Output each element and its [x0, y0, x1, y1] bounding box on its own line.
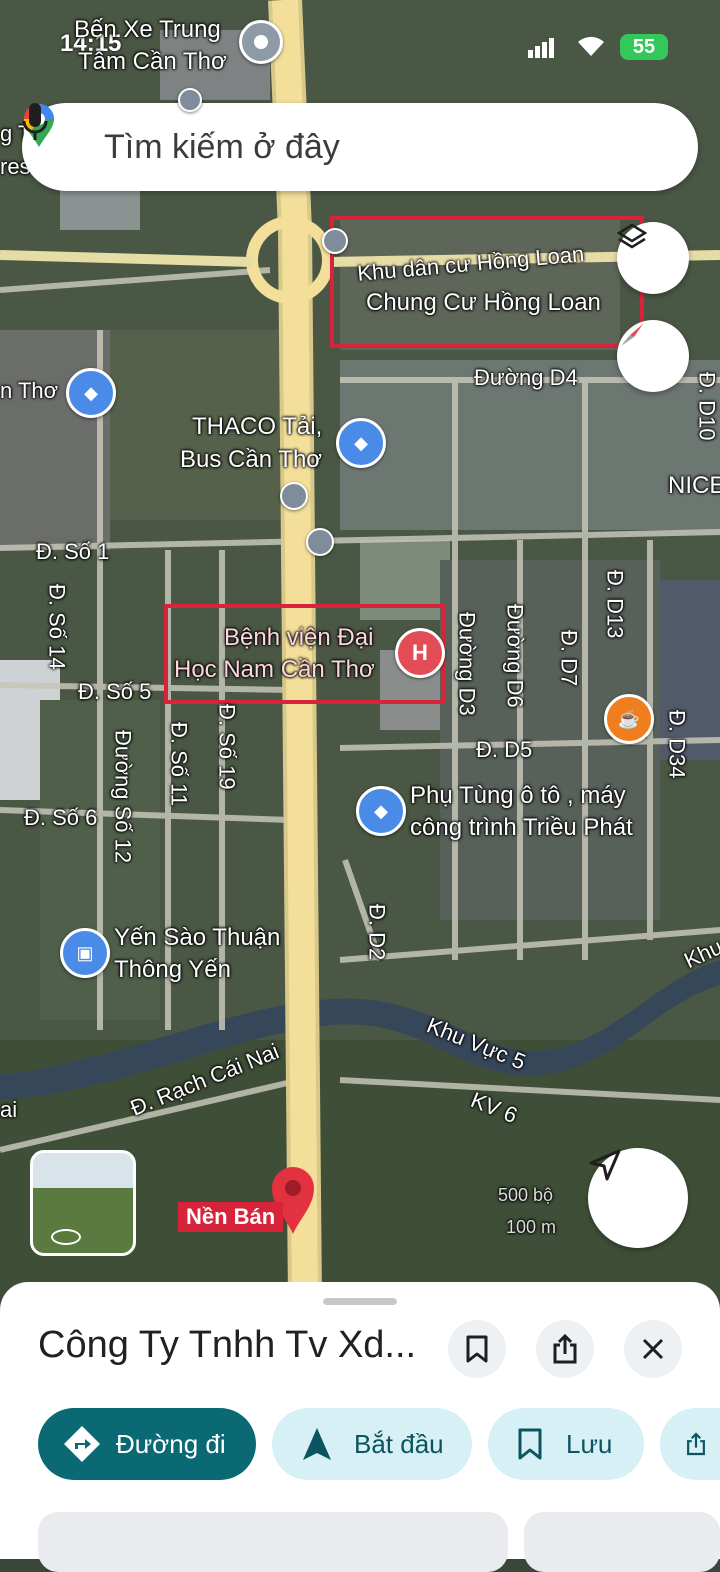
- label-duong-so-12[interactable]: Đường Số 12: [108, 730, 137, 863]
- start-button[interactable]: Bắt đầu: [272, 1408, 472, 1480]
- label-d-d34[interactable]: Đ. D34: [662, 710, 691, 778]
- label-left-ai: ai: [0, 1097, 18, 1122]
- directions-button[interactable]: Đường đi: [38, 1408, 256, 1480]
- label-hospital-2[interactable]: Học Nam Cần Thơ: [174, 654, 375, 685]
- bookmark-button[interactable]: [448, 1320, 506, 1378]
- directions-icon: [64, 1426, 100, 1462]
- label-duong-d4[interactable]: Đường D4: [474, 364, 578, 393]
- label-ben-xe-1[interactable]: Bến Xe Trung: [74, 14, 221, 45]
- shopping-cart-pin-icon[interactable]: ▣: [60, 928, 110, 978]
- label-yen-sao-2[interactable]: Thông Yến: [114, 954, 231, 985]
- scale-feet: 500 bộ: [498, 1185, 554, 1205]
- label-duong-d6[interactable]: Đường D6: [500, 604, 529, 708]
- place-title: Công Ty Tnhh Tv Xd...: [38, 1324, 417, 1366]
- label-nice[interactable]: NICE: [668, 470, 720, 501]
- navigation-arrow-icon: [303, 1428, 331, 1460]
- save-button[interactable]: Lưu: [488, 1408, 644, 1480]
- share-chip-button[interactable]: [660, 1408, 720, 1480]
- hospital-pin-icon[interactable]: H: [395, 628, 445, 678]
- label-d-so-6[interactable]: Đ. Số 6: [24, 804, 97, 833]
- label-d-so-1[interactable]: Đ. Số 1: [36, 538, 109, 567]
- share-button[interactable]: [536, 1320, 594, 1378]
- label-thaco-1[interactable]: THACO Tải,: [192, 411, 322, 442]
- bus-stop-icon[interactable]: [322, 228, 348, 254]
- save-label: Lưu: [566, 1428, 613, 1459]
- bus-stop-icon[interactable]: [280, 482, 308, 510]
- shopping-bag-pin-icon[interactable]: ◆: [66, 368, 116, 418]
- start-label: Bắt đầu: [354, 1428, 444, 1459]
- compass-button[interactable]: [617, 320, 689, 392]
- label-ben-xe-2[interactable]: Tâm Cần Thơ: [78, 46, 227, 77]
- label-d-d2[interactable]: Đ. D2: [362, 904, 391, 960]
- nen-ban-tag[interactable]: Nền Bán: [178, 1202, 284, 1232]
- info-card[interactable]: [524, 1512, 720, 1572]
- drag-handle[interactable]: [323, 1298, 397, 1305]
- label-can-tho-left[interactable]: n Thơ: [0, 377, 58, 406]
- layers-icon: [617, 223, 647, 249]
- navigation-arrow-icon: [589, 1149, 621, 1181]
- label-d-d10[interactable]: Đ. D10: [692, 372, 720, 440]
- label-d-so-14[interactable]: Đ. Số 14: [42, 584, 71, 670]
- share-icon: [687, 1432, 705, 1456]
- search-bar[interactable]: Tìm kiếm ở đây: [22, 103, 698, 191]
- battery-level: 55: [632, 35, 656, 58]
- label-duong-d3[interactable]: Đường D3: [452, 612, 481, 716]
- label-d-so-19[interactable]: Đ. Số 19: [212, 704, 241, 790]
- label-chung-cu-hong-loan[interactable]: Chung Cư Hồng Loan: [366, 287, 601, 318]
- place-bottom-sheet[interactable]: Công Ty Tnhh Tv Xd... Đường đi Bắt đầu L…: [0, 1282, 720, 1572]
- cafe-pin-icon[interactable]: ☕: [604, 694, 654, 744]
- street-view-thumbnail[interactable]: [30, 1150, 136, 1256]
- shopping-bag-pin-icon[interactable]: ◆: [356, 786, 406, 836]
- battery-indicator: 55: [620, 34, 668, 60]
- label-phu-tung-1[interactable]: Phụ Tùng ô tô , máy: [410, 780, 626, 811]
- label-yen-sao-1[interactable]: Yến Sào Thuận: [114, 922, 280, 953]
- map-view[interactable]: 14:15 55 Bến Xe Trung Tâm Cần Thơ g T re…: [0, 0, 720, 1300]
- rotate-360-icon: [51, 1229, 81, 1245]
- search-input[interactable]: Tìm kiếm ở đây: [104, 128, 666, 167]
- label-thaco-2[interactable]: Bus Cần Thơ: [180, 444, 322, 475]
- google-maps-logo-icon: [24, 104, 86, 169]
- my-location-button[interactable]: [588, 1148, 688, 1248]
- bookmark-icon: [518, 1428, 542, 1460]
- close-icon: [642, 1338, 664, 1360]
- compass-icon: [621, 324, 643, 346]
- info-card[interactable]: [38, 1512, 508, 1572]
- nen-ban-label: Nền Bán: [186, 1204, 276, 1229]
- directions-label: Đường đi: [116, 1428, 226, 1459]
- scale-meters: 100 m: [506, 1217, 557, 1237]
- bookmark-icon: [466, 1335, 488, 1363]
- label-d-d7[interactable]: Đ. D7: [554, 630, 583, 686]
- close-button[interactable]: [624, 1320, 682, 1378]
- label-hospital-1[interactable]: Bệnh viện Đại: [224, 622, 373, 653]
- bus-stop-icon[interactable]: [178, 88, 202, 112]
- layers-button[interactable]: [617, 222, 689, 294]
- share-icon: [553, 1334, 577, 1364]
- shopping-bag-pin-icon[interactable]: ◆: [336, 418, 386, 468]
- location-pin-icon[interactable]: [239, 20, 283, 64]
- label-phu-tung-2[interactable]: công trình Triều Phát: [410, 812, 633, 843]
- label-d-d5[interactable]: Đ. D5: [476, 736, 532, 765]
- label-d-so-5[interactable]: Đ. Số 5: [78, 678, 151, 707]
- label-d-so-11[interactable]: Đ. Số 11: [164, 722, 193, 806]
- bus-stop-icon[interactable]: [306, 528, 334, 556]
- label-d-d13[interactable]: Đ. D13: [600, 570, 629, 638]
